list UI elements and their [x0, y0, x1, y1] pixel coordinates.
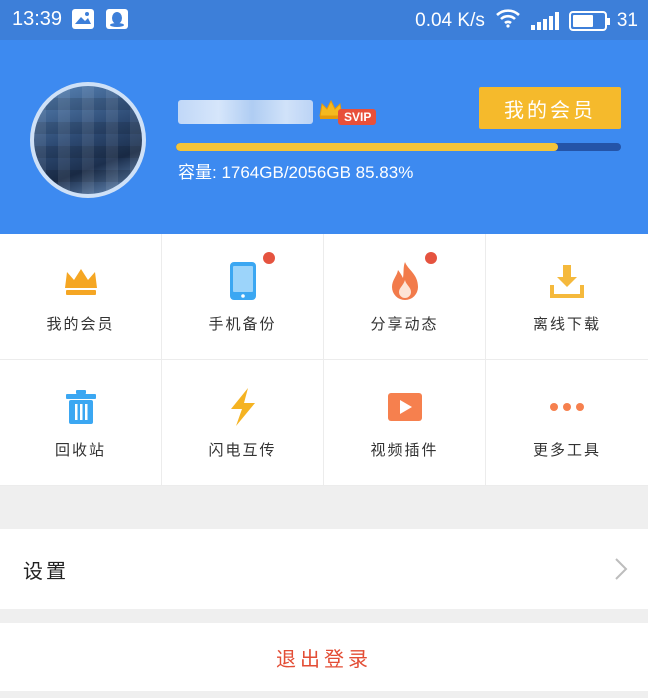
more-icon — [545, 385, 589, 429]
logout-button[interactable]: 退出登录 — [0, 623, 648, 691]
tool-label: 我的会员 — [46, 315, 115, 333]
my-membership-button[interactable]: 我的会员 — [479, 87, 621, 129]
signal-icon — [530, 12, 559, 30]
tool-more-tools[interactable]: 更多工具 — [486, 360, 648, 486]
tool-label: 离线下载 — [532, 315, 601, 333]
capacity-bar — [176, 143, 621, 151]
tool-label: 手机备份 — [208, 315, 277, 333]
lightning-icon — [221, 385, 265, 429]
tool-offline-download[interactable]: 离线下载 — [486, 234, 648, 360]
battery-percent: 31 — [616, 10, 638, 31]
tool-label: 回收站 — [54, 441, 106, 459]
notification-dot — [263, 252, 275, 264]
tool-my-membership[interactable]: 我的会员 — [0, 234, 162, 360]
status-bar: 13:39 0.04 K/s 31 — [0, 0, 648, 40]
chevron-right-icon — [614, 557, 628, 585]
tool-recycle-bin[interactable]: 回收站 — [0, 360, 162, 486]
avatar[interactable] — [30, 82, 146, 198]
notification-dot — [425, 252, 437, 264]
svip-badge: SVIP — [338, 109, 377, 125]
settings-row[interactable]: 设置 — [0, 529, 648, 609]
capacity-text: 容量: 1764GB/2056GB 85.83% — [178, 163, 414, 182]
tool-share-feed[interactable]: 分享动态 — [324, 234, 486, 360]
tool-label: 闪电互传 — [208, 441, 277, 459]
wifi-icon — [495, 8, 521, 34]
status-time: 13:39 — [12, 8, 63, 30]
download-icon — [545, 259, 589, 303]
tool-label: 视频插件 — [370, 441, 439, 459]
profile-header: SVIP 我的会员 容量: 1764GB/2056GB 85.83% — [0, 40, 648, 234]
qq-notification-icon — [106, 9, 128, 29]
fire-icon — [383, 259, 427, 303]
image-notification-icon — [72, 9, 94, 29]
tools-grid: 我的会员 手机备份 分享动态 离线下载 回收站 闪电互传 视频插件 更多工具 — [0, 234, 648, 486]
capacity-bar-fill — [176, 143, 558, 151]
battery-icon — [568, 11, 610, 31]
tool-label: 更多工具 — [532, 441, 601, 459]
tool-flash-transfer[interactable]: 闪电互传 — [162, 360, 324, 486]
tool-video-plugin[interactable]: 视频插件 — [324, 360, 486, 486]
settings-label: 设置 — [23, 558, 69, 583]
tool-phone-backup[interactable]: 手机备份 — [162, 234, 324, 360]
tool-label: 分享动态 — [370, 315, 439, 333]
trash-icon — [59, 385, 103, 429]
video-icon — [383, 385, 427, 429]
network-speed: 0.04 K/s — [415, 10, 485, 31]
crown-icon — [59, 259, 103, 303]
username-blurred — [178, 100, 313, 124]
phone-icon — [221, 259, 265, 303]
